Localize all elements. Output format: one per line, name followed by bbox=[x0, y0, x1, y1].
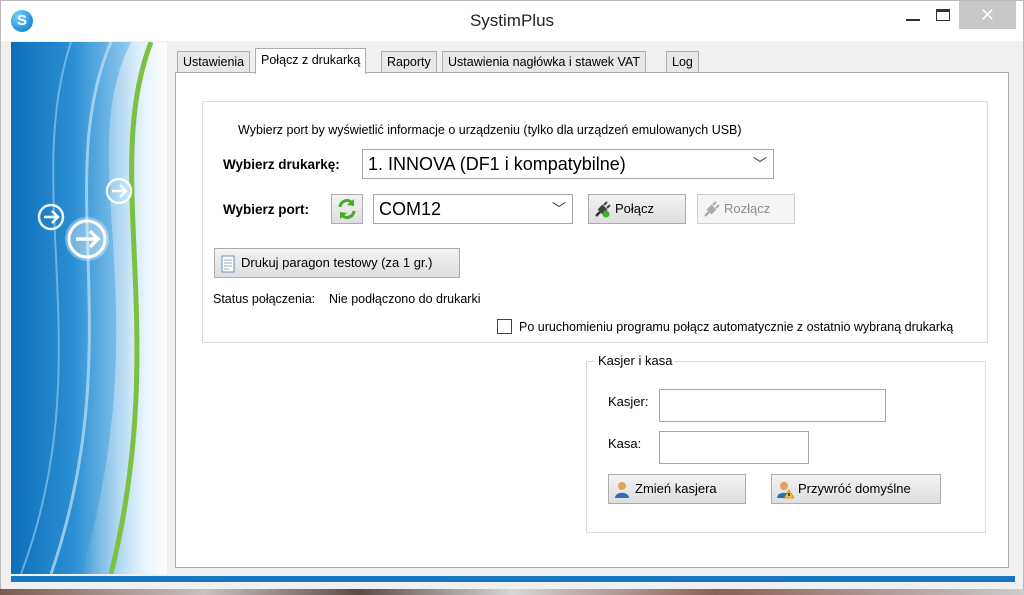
maximize-icon bbox=[936, 9, 950, 21]
refresh-ports-button[interactable] bbox=[331, 194, 363, 224]
title-bar[interactable]: S SystimPlus ✕ bbox=[1, 1, 1023, 41]
close-icon: ✕ bbox=[979, 5, 996, 25]
printer-select-value: 1. INNOVA (DF1 i kompatybilne) bbox=[368, 154, 626, 174]
auto-connect-label: Po uruchomieniu programu połącz automaty… bbox=[519, 320, 954, 334]
connect-button[interactable]: Połącz bbox=[588, 194, 686, 224]
restore-defaults-button-label: Przywróć domyślne bbox=[798, 481, 911, 496]
port-select[interactable]: COM12 ﹀ bbox=[373, 194, 573, 224]
tab-log[interactable]: Log bbox=[666, 51, 699, 73]
tab-polacz-z-drukarka[interactable]: Połącz z drukarką bbox=[255, 48, 367, 74]
user-icon bbox=[615, 482, 629, 498]
auto-connect-checkbox[interactable] bbox=[497, 319, 512, 334]
close-button[interactable]: ✕ bbox=[959, 1, 1016, 29]
tab-ustawienia-naglowka[interactable]: Ustawienia nagłówka i stawek VAT bbox=[442, 51, 646, 73]
cashier-group-legend: Kasjer i kasa bbox=[595, 353, 676, 368]
arrow-right-icon bbox=[65, 217, 109, 261]
cashier-input[interactable] bbox=[659, 389, 886, 422]
tab-panel: Wybierz port by wyświetlić informacje o … bbox=[175, 72, 1009, 568]
printer-select[interactable]: 1. INNOVA (DF1 i kompatybilne) ﹀ bbox=[362, 149, 774, 179]
register-input[interactable] bbox=[659, 431, 809, 464]
test-print-button[interactable]: Drukuj paragon testowy (za 1 gr.) bbox=[214, 248, 460, 278]
arrow-right-icon bbox=[37, 203, 65, 231]
change-cashier-button-label: Zmień kasjera bbox=[635, 481, 717, 496]
user-warning-icon bbox=[777, 482, 794, 499]
window-title: SystimPlus bbox=[469, 11, 555, 30]
change-cashier-button[interactable]: Zmień kasjera bbox=[608, 474, 746, 504]
status-value: Nie podłączono do drukarki bbox=[329, 292, 481, 306]
connect-button-label: Połącz bbox=[615, 201, 655, 216]
plug-icon bbox=[595, 201, 611, 218]
main-content: Ustawienia Połącz z drukarką Raporty Ust… bbox=[167, 42, 1017, 574]
sidebar-graphic bbox=[11, 42, 167, 574]
disconnect-button-label: Rozłącz bbox=[724, 201, 771, 216]
port-label: Wybierz port: bbox=[223, 202, 310, 217]
tab-ustawienia[interactable]: Ustawienia bbox=[177, 51, 251, 73]
taskbar-strip bbox=[0, 589, 1024, 595]
app-window: S SystimPlus ✕ Ustawienia Połącz z druka… bbox=[0, 0, 1024, 595]
receipt-icon bbox=[221, 255, 235, 273]
status-bar bbox=[11, 576, 1015, 582]
tab-raporty[interactable]: Raporty bbox=[381, 51, 437, 73]
refresh-icon bbox=[338, 199, 356, 219]
disconnect-button[interactable]: Rozłącz bbox=[697, 194, 795, 224]
register-label: Kasa: bbox=[608, 436, 642, 451]
unplug-icon bbox=[704, 201, 720, 217]
test-print-button-label: Drukuj paragon testowy (za 1 gr.) bbox=[241, 255, 433, 270]
port-select-value: COM12 bbox=[379, 199, 442, 219]
printer-connection-group: Wybierz port by wyświetlić informacje o … bbox=[202, 101, 988, 343]
chevron-down-icon: ﹀ bbox=[552, 201, 566, 217]
restore-defaults-button[interactable]: Przywróć domyślne bbox=[771, 474, 941, 504]
info-text: Wybierz port by wyświetlić informacje o … bbox=[238, 123, 742, 137]
status-label: Status połączenia: bbox=[213, 292, 316, 306]
printer-label: Wybierz drukarkę: bbox=[223, 157, 340, 172]
cashier-label: Kasjer: bbox=[608, 394, 649, 409]
chevron-down-icon: ﹀ bbox=[753, 156, 767, 172]
minimize-icon bbox=[906, 19, 920, 21]
cashier-register-group: Kasjer i kasa Kasjer: Kasa: Zmień kasjer… bbox=[586, 353, 986, 533]
